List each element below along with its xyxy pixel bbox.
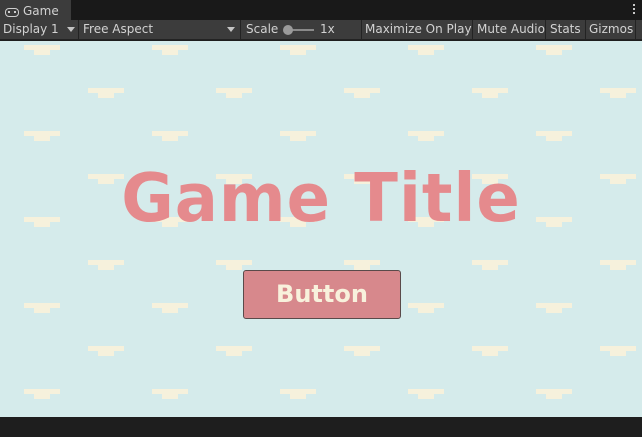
more-options-icon[interactable] <box>633 4 636 16</box>
display-label: Display 1 <box>3 22 59 36</box>
game-toolbar: Display 1 Free Aspect Scale 1x Maximize … <box>0 20 642 40</box>
tab-game[interactable]: Game <box>0 0 71 20</box>
mute-audio-toggle[interactable]: Mute Audio <box>473 20 546 39</box>
footer-bar <box>0 417 642 437</box>
gizmos-label: Gizmos <box>589 22 634 36</box>
display-dropdown[interactable]: Display 1 <box>0 20 79 39</box>
tab-bar: Game <box>0 0 642 20</box>
stats-toggle[interactable]: Stats <box>546 20 586 39</box>
gizmos-toggle[interactable]: Gizmos <box>586 20 636 39</box>
mute-label: Mute Audio <box>477 22 545 36</box>
game-view[interactable]: Game Title Button <box>0 41 642 417</box>
scale-value: 1x <box>320 22 335 36</box>
tab-label: Game <box>23 4 59 18</box>
stats-label: Stats <box>550 22 581 36</box>
aspect-dropdown[interactable]: Free Aspect <box>79 20 241 39</box>
game-title: Game Title <box>121 160 521 238</box>
maximize-label: Maximize On Play <box>365 22 472 36</box>
gamepad-icon <box>5 8 19 17</box>
aspect-label: Free Aspect <box>83 22 154 36</box>
chevron-down-icon <box>67 27 75 32</box>
scale-label: Scale <box>246 22 279 36</box>
maximize-on-play-toggle[interactable]: Maximize On Play <box>362 20 473 39</box>
game-button[interactable]: Button <box>243 270 401 319</box>
scale-slider-thumb[interactable] <box>283 25 293 35</box>
chevron-down-icon <box>227 27 235 32</box>
